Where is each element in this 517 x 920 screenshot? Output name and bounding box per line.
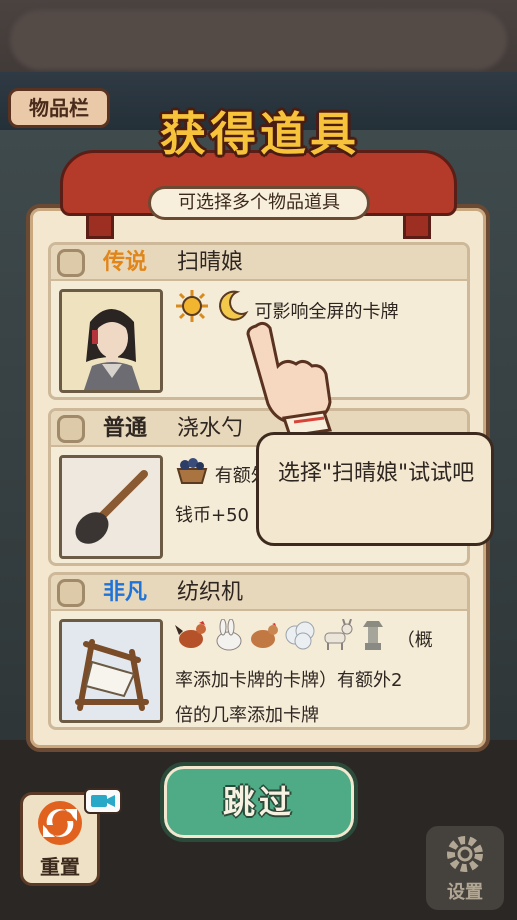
settings-label: 设置 bbox=[447, 882, 483, 903]
item-card-header: 非凡 纺织机 bbox=[51, 575, 467, 611]
item-name: 纺织机 bbox=[177, 580, 244, 605]
hint-tooltip: 选择"扫晴娘"试试吧 bbox=[256, 432, 494, 546]
select-checkbox[interactable] bbox=[57, 415, 85, 443]
hen-icon bbox=[247, 619, 283, 663]
item-description: （概 率添加卡牌的卡牌）有额外2 倍的几率添加卡牌 bbox=[175, 618, 465, 733]
item-description-text-3: 倍的几率添加卡牌 bbox=[175, 705, 319, 726]
rooster-icon bbox=[175, 619, 211, 663]
dialog-title: 获得道具 bbox=[160, 107, 360, 161]
item-description-text: （概 bbox=[396, 630, 433, 651]
loom-portrait bbox=[59, 619, 163, 723]
coal-basket-icon bbox=[175, 455, 209, 498]
item-description-text-2: 率添加卡牌的卡牌）有额外2 bbox=[175, 670, 403, 691]
item-name: 浇水勺 bbox=[177, 416, 244, 441]
gear-icon bbox=[447, 836, 483, 872]
hint-tooltip-text: 选择"扫晴娘"试试吧 bbox=[277, 461, 475, 486]
sun-icon bbox=[175, 289, 209, 336]
select-checkbox[interactable] bbox=[57, 249, 85, 277]
settings-button[interactable]: 设置 bbox=[426, 826, 504, 910]
pointing-hand-icon bbox=[238, 318, 338, 438]
inventory-tab[interactable]: 物品栏 bbox=[8, 88, 110, 128]
item-card-header: 传说 扫晴娘 bbox=[51, 245, 467, 281]
item-description-text-2: 钱币+50 bbox=[175, 505, 249, 526]
rarity-label: 普通 bbox=[103, 416, 148, 441]
cotton-icon bbox=[283, 619, 319, 663]
rarity-label: 非凡 bbox=[103, 580, 148, 605]
rarity-label: 传说 bbox=[103, 250, 148, 275]
item-name: 扫晴娘 bbox=[177, 250, 244, 275]
ladle-portrait bbox=[59, 455, 163, 559]
item-card-fangzhiji[interactable]: 非凡 纺织机 （概 率添加卡牌的卡牌）有额外2 倍的几率添加卡牌 bbox=[48, 572, 470, 730]
reset-label: 重置 bbox=[40, 855, 80, 879]
statue-icon bbox=[355, 619, 391, 663]
background-bar bbox=[10, 10, 507, 70]
select-checkbox[interactable] bbox=[57, 579, 85, 607]
saoqingniang-portrait bbox=[59, 289, 163, 393]
rabbit-icon bbox=[211, 618, 247, 663]
skip-button[interactable]: 跳过 bbox=[160, 762, 358, 842]
goat-icon bbox=[319, 618, 355, 663]
video-ad-icon bbox=[84, 788, 122, 814]
dialog-subtitle: 可选择多个物品道具 bbox=[148, 186, 370, 220]
